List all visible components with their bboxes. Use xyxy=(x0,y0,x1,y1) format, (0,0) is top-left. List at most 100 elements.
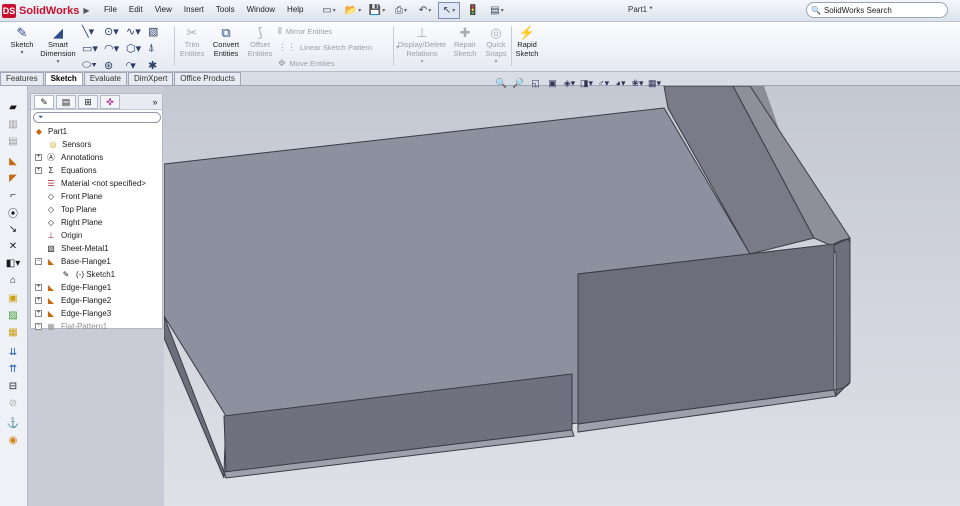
hem-icon[interactable]: ⌐ xyxy=(5,188,21,202)
tree-node-edge-flange3[interactable]: + ◣ Edge-Flange3 xyxy=(35,307,111,320)
expand-icon[interactable]: + xyxy=(35,297,42,304)
tab-sketch[interactable]: Sketch xyxy=(44,72,83,85)
graphics-viewport[interactable] xyxy=(164,86,960,506)
select-pointer-icon[interactable]: ↖ ▾ xyxy=(438,2,460,19)
expand-tabs-icon[interactable]: » xyxy=(145,95,165,109)
expand-icon[interactable]: + xyxy=(35,284,42,291)
tree-node-equations[interactable]: + Σ Equations xyxy=(35,164,97,177)
expand-icon[interactable]: + xyxy=(35,154,42,161)
tree-node-edge-flange2[interactable]: + ◣ Edge-Flange2 xyxy=(35,294,111,307)
jog-icon[interactable]: ⦿ xyxy=(5,205,21,220)
section-view-icon[interactable]: ▣ xyxy=(545,77,560,89)
save-icon[interactable]: 💾 ▾ xyxy=(366,2,388,19)
hide-show-items-icon[interactable]: ♂▾ xyxy=(596,77,611,89)
text-icon[interactable]: ▧ xyxy=(148,25,170,38)
vent-icon[interactable]: ⊘ xyxy=(5,396,21,410)
cross-break-icon[interactable]: ✕ xyxy=(5,239,21,253)
menu-tools[interactable]: Tools xyxy=(210,3,241,16)
slot-icon[interactable]: ⬭▾ xyxy=(82,59,104,72)
print-icon[interactable]: ⎙ ▾ xyxy=(390,2,412,19)
tab-office-products[interactable]: Office Products xyxy=(174,72,241,85)
zoom-to-fit-icon[interactable]: 🔍 xyxy=(494,77,509,89)
previous-view-icon[interactable]: ◱ xyxy=(528,77,543,89)
tab-features[interactable]: Features xyxy=(0,72,44,85)
menu-pin-icon[interactable]: ▶ xyxy=(83,6,89,15)
no-bends-icon[interactable]: ⇊ xyxy=(5,345,21,359)
collapse-icon[interactable]: − xyxy=(35,258,42,265)
configuration-manager-tab-icon[interactable]: ⊞ xyxy=(78,95,98,109)
display-style-icon[interactable]: ◨▾ xyxy=(579,77,594,89)
display-delete-relations-button[interactable]: ⊥ Display/Delete Relations ▾ xyxy=(395,24,449,67)
sketch-button[interactable]: ✎ Sketch ▾ xyxy=(6,24,38,58)
centerpoint-icon[interactable]: ✱ xyxy=(148,59,170,72)
tree-node-right-plane[interactable]: ◇ Right Plane xyxy=(44,216,102,229)
tab-evaluate[interactable]: Evaluate xyxy=(83,72,127,85)
lofted-bend-icon[interactable]: ▤ xyxy=(5,134,21,148)
linear-pattern-button[interactable]: ⋮⋮ Linear Sketch Pattern ▾ xyxy=(278,42,399,53)
expand-icon[interactable]: + xyxy=(35,310,42,317)
feature-manager-tab-icon[interactable]: ✎ xyxy=(34,95,54,109)
undo-icon[interactable]: ↶ ▾ xyxy=(414,2,436,19)
property-manager-tab-icon[interactable]: ▤ xyxy=(56,95,76,109)
edge-flange-tool-icon[interactable]: ◣ xyxy=(5,154,21,168)
insert-bends-icon[interactable]: ⇈ xyxy=(5,362,21,376)
trim-entities-button[interactable]: ✂ Trim Entities xyxy=(176,24,208,59)
repair-sketch-button[interactable]: ✚ Repair Sketch xyxy=(450,24,480,59)
view-orientation-icon[interactable]: ◈▾ xyxy=(562,77,577,89)
menu-view[interactable]: View xyxy=(149,3,178,16)
feature-tree-filter[interactable]: ⏷ xyxy=(33,112,161,123)
rebuild-traffic-light-icon[interactable]: 🚦 xyxy=(462,2,484,19)
sketched-bend-icon[interactable]: ↘ xyxy=(5,222,21,236)
arc-icon[interactable]: ◠▾ xyxy=(104,42,126,55)
smart-dimension-button[interactable]: ◢ Smart Dimension ▾ xyxy=(38,24,78,67)
menu-insert[interactable]: Insert xyxy=(178,3,210,16)
sketch-dropdown-icon[interactable]: ▾ xyxy=(20,49,23,58)
tree-node-base-flange[interactable]: − ◣ Base-Flange1 xyxy=(35,255,111,268)
rectangle-icon[interactable]: ▭▾ xyxy=(82,42,104,55)
line-icon[interactable]: ╲▾ xyxy=(82,25,104,38)
search-box[interactable]: 🔍 SolidWorks Search xyxy=(806,2,948,18)
app-logo[interactable]: DS SolidWorks ▶ xyxy=(2,2,89,19)
view-settings-icon[interactable]: ▦▾ xyxy=(647,77,662,89)
tree-node-sensors[interactable]: ◎ Sensors xyxy=(47,138,92,151)
menu-file[interactable]: File xyxy=(98,3,123,16)
forming-tool-icon[interactable]: ⌂ xyxy=(5,273,21,287)
extruded-cut-icon[interactable]: ⚓ xyxy=(5,416,21,430)
expand-icon[interactable]: + xyxy=(35,323,42,330)
simple-hole-icon[interactable]: ◉ xyxy=(5,433,21,447)
quick-snaps-button[interactable]: ◎ Quick Snaps ▾ xyxy=(482,24,510,67)
tree-node-material[interactable]: ☰ Material <not specified> xyxy=(44,177,146,190)
base-flange-tool-icon[interactable]: ▰ xyxy=(5,100,21,114)
convert-to-sheet-metal-icon[interactable]: ▥ xyxy=(5,117,21,131)
tree-node-sheet-metal[interactable]: ▧ Sheet-Metal1 xyxy=(44,242,108,255)
point-icon[interactable]: ⍋ xyxy=(148,42,170,55)
expand-icon[interactable]: + xyxy=(35,167,42,174)
tree-node-part1[interactable]: ◆ Part1 xyxy=(33,125,67,138)
edit-appearance-icon[interactable]: ◕▾ xyxy=(613,77,628,89)
offset-entities-button[interactable]: ⟆ Offset Entities xyxy=(244,24,276,59)
convert-entities-button[interactable]: ⧉ Convert Entities xyxy=(208,24,244,59)
tree-node-top-plane[interactable]: ◇ Top Plane xyxy=(44,203,97,216)
apply-scene-icon[interactable]: ❀▾ xyxy=(630,77,645,89)
dimxpert-manager-tab-icon[interactable]: ✜ xyxy=(100,95,120,109)
flatten-icon[interactable]: ▦ xyxy=(5,325,21,339)
tree-node-flat-pattern[interactable]: + ▦ Flat-Pattern1 xyxy=(35,320,107,333)
options-icon[interactable]: ▤ ▾ xyxy=(486,2,508,19)
ellipse-icon[interactable]: ⊛ xyxy=(104,59,126,72)
menu-window[interactable]: Window xyxy=(241,3,281,16)
tree-node-annotations[interactable]: + Ⓐ Annotations xyxy=(35,151,103,164)
circle-icon[interactable]: ⊙▾ xyxy=(104,25,126,38)
tree-node-origin[interactable]: ⊥ Origin xyxy=(44,229,83,242)
move-entities-button[interactable]: ✥ Move Entities xyxy=(278,58,335,69)
fillet-icon[interactable]: ◜▾ xyxy=(126,59,148,72)
smart-dimension-dropdown-icon[interactable]: ▾ xyxy=(56,58,59,67)
mirror-entities-button[interactable]: ⫴ Mirror Entities xyxy=(278,26,332,37)
tree-node-sketch1[interactable]: ✎ (-) Sketch1 xyxy=(59,268,115,281)
closed-corner-icon[interactable]: ◧▾ xyxy=(5,256,21,270)
unfold-icon[interactable]: ▣ xyxy=(5,291,21,305)
spline-icon[interactable]: ∿▾ xyxy=(126,25,148,38)
zoom-to-area-icon[interactable]: 🔎 xyxy=(511,77,526,89)
open-folder-icon[interactable]: 📂 ▾ xyxy=(342,2,364,19)
relations-dropdown-icon[interactable]: ▾ xyxy=(420,58,423,67)
tree-node-front-plane[interactable]: ◇ Front Plane xyxy=(44,190,102,203)
